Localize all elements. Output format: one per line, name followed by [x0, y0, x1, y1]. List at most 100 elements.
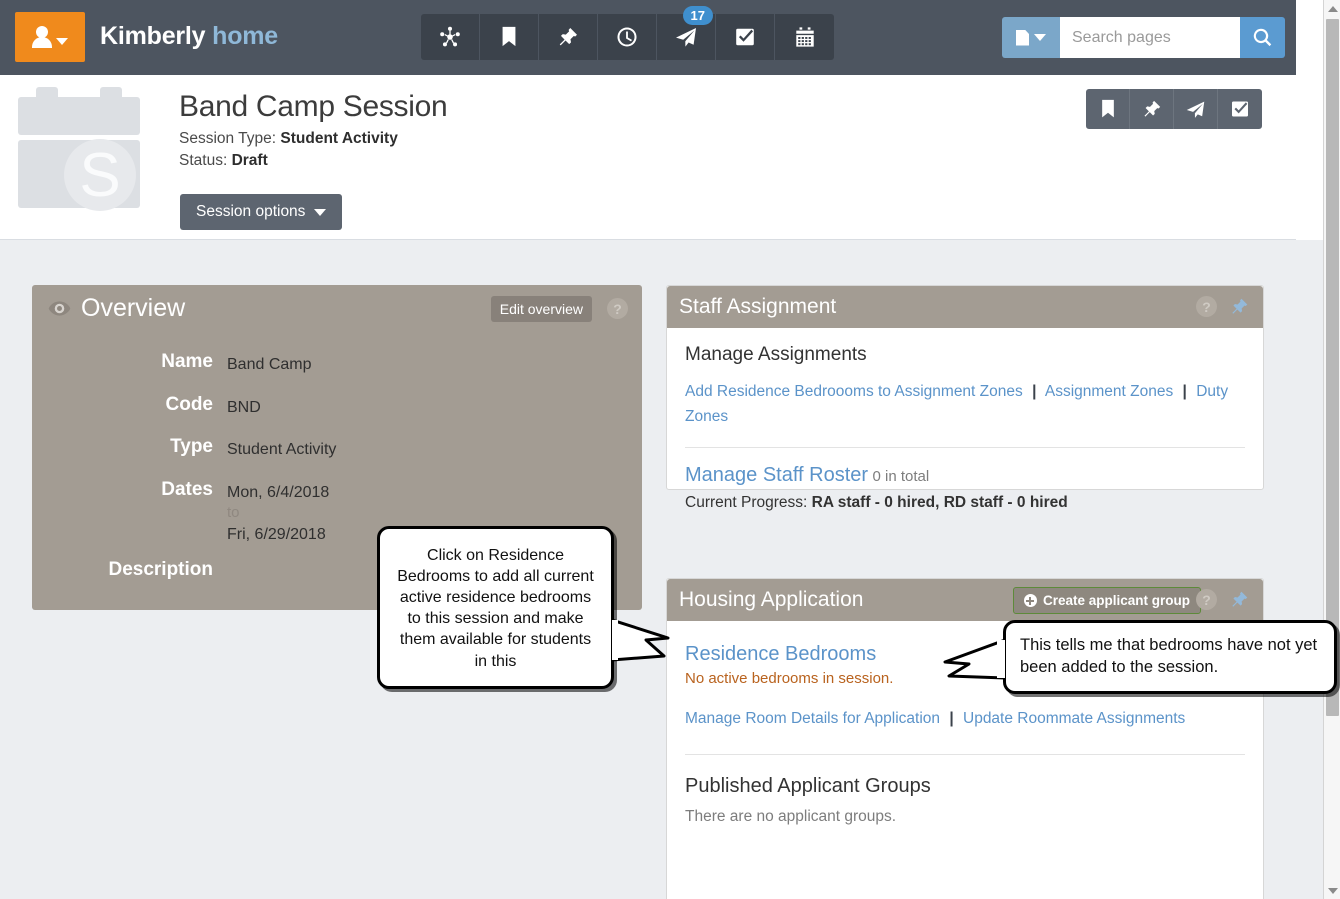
pin-icon	[1142, 99, 1162, 119]
staff-roster-count: 0 in total	[873, 468, 930, 485]
send-icon	[1185, 99, 1206, 120]
brand-home-link[interactable]: home	[212, 22, 278, 50]
nav-messages-button[interactable]: 17	[657, 14, 716, 60]
overview-label: Name	[32, 351, 227, 376]
create-applicant-group-button[interactable]: Create applicant group	[1013, 587, 1201, 614]
overview-field-type: Type Student Activity	[32, 436, 642, 461]
help-icon[interactable]: ?	[1196, 589, 1217, 610]
nav-clock-button[interactable]	[598, 14, 657, 60]
clock-icon	[616, 26, 638, 48]
brand-title: Kimberly home	[100, 22, 278, 51]
session-type-row: Session Type: Student Activity	[179, 130, 398, 148]
housing-application-title: Housing Application	[679, 588, 863, 612]
callout-text: Click on Residence Bedrooms to add all c…	[377, 526, 614, 689]
messages-badge: 17	[683, 6, 713, 25]
vertical-scrollbar[interactable]	[1323, 0, 1340, 899]
link-assignment-zones[interactable]: Assignment Zones	[1045, 383, 1173, 400]
chevron-down-icon	[1034, 34, 1046, 41]
link-separator: |	[1032, 383, 1036, 400]
page-pin-button[interactable]	[1130, 89, 1174, 129]
overview-label: Description	[32, 559, 227, 581]
link-add-residence-bedrooms-to-zones[interactable]: Add Residence Bedroooms to Assignment Zo…	[685, 383, 1023, 400]
session-type-value: Student Activity	[280, 130, 397, 147]
nav-tasks-button[interactable]	[716, 14, 775, 60]
overview-value: Student Activity	[227, 436, 336, 461]
chevron-down-icon	[56, 38, 68, 45]
staff-progress-value: RA staff - 0 hired, RD staff - 0 hired	[812, 494, 1068, 511]
page-right-edge-body	[1296, 240, 1323, 899]
search-bar	[1002, 17, 1285, 58]
link-separator: |	[1183, 383, 1187, 400]
bookmark-icon	[1100, 99, 1116, 119]
callout-tail-icon	[612, 614, 674, 666]
bookmark-icon	[500, 26, 518, 48]
applicant-groups-empty-message: There are no applicant groups.	[685, 808, 1245, 826]
nav-pin-button[interactable]	[539, 14, 598, 60]
staff-assignment-links: Add Residence Bedroooms to Assignment Zo…	[685, 380, 1245, 430]
page-body: Overview Edit overview ? Name Band Camp …	[0, 240, 1296, 899]
callout-no-bedrooms: This tells me that bedrooms have not yet…	[1003, 620, 1337, 694]
scroll-down-button[interactable]	[1324, 882, 1340, 899]
housing-links: Manage Room Details for Application | Up…	[685, 707, 1245, 732]
divider	[685, 447, 1245, 448]
brand-name: Kimberly	[100, 22, 205, 50]
staff-roster-row: Manage Staff Roster 0 in total	[685, 464, 1245, 487]
help-icon[interactable]: ?	[1196, 296, 1217, 317]
divider	[685, 754, 1245, 755]
page-bookmark-button[interactable]	[1086, 89, 1130, 129]
link-manage-staff-roster[interactable]: Manage Staff Roster	[685, 464, 868, 486]
user-avatar-icon	[32, 26, 52, 48]
edit-overview-button[interactable]: Edit overview	[491, 296, 592, 322]
link-residence-bedrooms[interactable]: Residence Bedrooms	[685, 643, 876, 665]
network-hub-icon	[439, 26, 461, 48]
staff-assignment-body: Manage Assignments Add Residence Bedrooo…	[667, 328, 1263, 512]
published-applicant-groups-title: Published Applicant Groups	[685, 775, 1245, 798]
pin-icon[interactable]	[1230, 590, 1249, 609]
checkbox-icon	[734, 26, 756, 48]
document-icon	[1016, 30, 1029, 46]
page-send-button[interactable]	[1174, 89, 1218, 129]
overview-dates-value: Mon, 6/4/2018 to Fri, 6/29/2018	[227, 479, 329, 545]
plus-circle-icon	[1024, 594, 1037, 607]
scroll-up-button[interactable]	[1324, 0, 1340, 17]
session-type-label: Session Type:	[179, 130, 276, 147]
callout-text: This tells me that bedrooms have not yet…	[1003, 620, 1337, 694]
nav-network-hub-button[interactable]	[421, 14, 480, 60]
overview-title: Overview	[81, 294, 185, 323]
scroll-down-arrow-icon	[1328, 888, 1338, 894]
session-options-button[interactable]: Session options	[180, 194, 342, 230]
calendar-icon	[794, 26, 816, 48]
nav-calendar-button[interactable]	[775, 14, 834, 60]
nav-bookmark-button[interactable]	[480, 14, 539, 60]
overview-field-code: Code BND	[32, 394, 642, 419]
status-row: Status: Draft	[179, 152, 268, 170]
overview-label: Dates	[32, 479, 227, 545]
session-options-label: Session options	[196, 203, 305, 221]
help-icon[interactable]: ?	[607, 298, 628, 319]
search-type-selector[interactable]	[1002, 17, 1060, 58]
overview-value: BND	[227, 394, 261, 419]
user-avatar-button[interactable]	[15, 12, 85, 62]
overview-header: Overview Edit overview ?	[32, 285, 642, 331]
pin-icon[interactable]	[1230, 297, 1249, 316]
scrollbar-thumb[interactable]	[1326, 19, 1339, 716]
link-separator: |	[949, 710, 953, 727]
overview-value: Band Camp	[227, 351, 312, 376]
manage-assignments-title: Manage Assignments	[685, 344, 1245, 366]
create-applicant-group-label: Create applicant group	[1043, 593, 1190, 608]
search-input[interactable]	[1060, 17, 1240, 58]
status-label: Status:	[179, 152, 227, 169]
page-task-button[interactable]	[1218, 89, 1262, 129]
page-header: S Band Camp Session Session Type: Studen…	[0, 75, 1296, 240]
top-navigation-bar: Kimberly home	[0, 0, 1296, 75]
overview-field-name: Name Band Camp	[32, 351, 642, 376]
link-manage-room-details[interactable]: Manage Room Details for Application	[685, 710, 940, 727]
staff-assignment-title: Staff Assignment	[679, 295, 836, 319]
nav-icon-group: 17	[421, 14, 834, 60]
link-update-roommate-assignments[interactable]: Update Roommate Assignments	[963, 710, 1185, 727]
overview-label: Type	[32, 436, 227, 461]
pin-icon	[557, 26, 579, 48]
scroll-up-arrow-icon	[1328, 6, 1338, 12]
search-submit-button[interactable]	[1240, 17, 1285, 58]
dates-end: Fri, 6/29/2018	[227, 524, 329, 546]
